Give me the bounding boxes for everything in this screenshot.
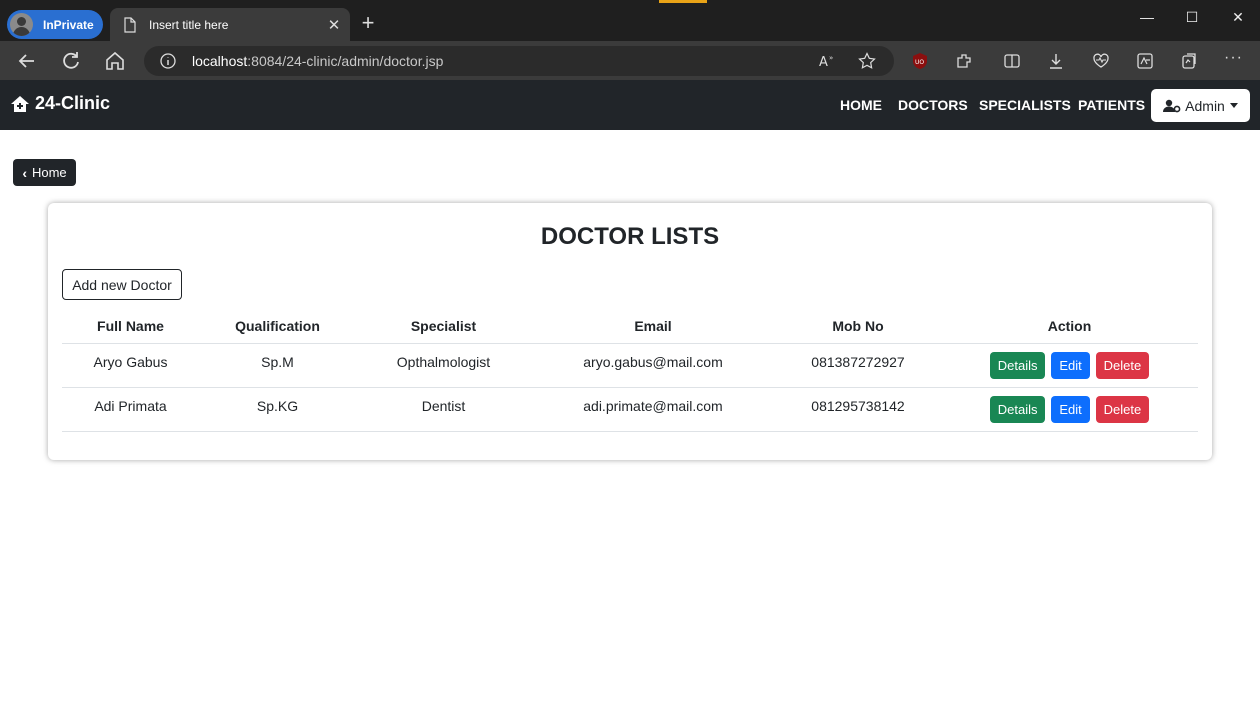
brand-name: 24-Clinic (35, 93, 111, 113)
cell-specialist: Opthalmologist (356, 343, 531, 388)
tab-accent-strip (659, 0, 707, 3)
window-close-icon[interactable]: ✕ (1218, 9, 1258, 33)
browser-essentials-icon[interactable] (1092, 52, 1110, 70)
cell-email: adi.primate@mail.com (531, 387, 775, 432)
downloads-icon[interactable] (1047, 52, 1065, 70)
cell-mob-no: 081295738142 (775, 387, 941, 432)
address-bar[interactable]: localhost:8084/24-clinic/admin/doctor.js… (144, 46, 894, 76)
doctor-list-card: DOCTOR LISTS Add new Doctor Full Name Qu… (48, 203, 1212, 460)
nav-patients[interactable]: PATIENTS (1078, 97, 1145, 113)
delete-button[interactable]: Delete (1095, 351, 1150, 379)
site-navbar: 24-Clinic HOME DOCTORS SPECIALISTS PATIE… (0, 80, 1260, 130)
header-qualification: Qualification (199, 310, 356, 344)
url-path: :8084/24-clinic/admin/doctor.jsp (247, 53, 444, 69)
back-icon[interactable] (15, 49, 39, 73)
nav-specialists[interactable]: SPECIALISTS (979, 97, 1071, 113)
table-header-row: Full Name Qualification Specialist Email… (62, 310, 1198, 344)
add-doctor-button[interactable]: Add new Doctor (62, 269, 182, 300)
profile-avatar-icon (10, 13, 33, 36)
admin-label: Admin (1185, 97, 1225, 114)
url-text[interactable]: localhost:8084/24-clinic/admin/doctor.js… (192, 53, 443, 69)
table-row: Adi Primata Sp.KG Dentist adi.primate@ma… (62, 387, 1198, 432)
brand-link[interactable]: 24-Clinic (10, 93, 110, 114)
maximize-icon[interactable]: ☐ (1172, 9, 1212, 33)
cell-email: aryo.gabus@mail.com (531, 343, 775, 388)
header-email: Email (531, 310, 775, 344)
refresh-icon[interactable] (59, 49, 83, 73)
edit-button[interactable]: Edit (1051, 351, 1090, 379)
nav-home[interactable]: HOME (840, 97, 882, 113)
svg-text:»: » (829, 54, 833, 62)
cell-full-name: Adi Primata (62, 387, 199, 432)
user-gear-icon (1163, 99, 1181, 112)
cell-actions: Details Edit Delete (941, 343, 1198, 388)
doctor-table: Full Name Qualification Specialist Email… (62, 310, 1198, 432)
split-screen-icon[interactable] (1003, 52, 1021, 70)
math-solver-icon[interactable] (1136, 52, 1154, 70)
cell-qualification: Sp.KG (199, 387, 356, 432)
browser-toolbar: localhost:8084/24-clinic/admin/doctor.js… (0, 41, 1260, 80)
document-icon (124, 16, 136, 33)
page-title: DOCTOR LISTS (540, 223, 720, 250)
inprivate-badge[interactable]: InPrivate (7, 10, 103, 39)
header-full-name: Full Name (62, 310, 199, 344)
url-host: localhost (192, 53, 248, 69)
extensions-icon[interactable] (955, 52, 973, 70)
hospital-home-icon (11, 95, 29, 112)
admin-dropdown-button[interactable]: Admin (1151, 89, 1250, 122)
cell-actions: Details Edit Delete (941, 387, 1198, 432)
tab-title: Insert title here (149, 17, 229, 32)
browser-tab-bar: InPrivate Insert title here ✕ + — ☐ ✕ (0, 0, 1260, 41)
edit-button[interactable]: Edit (1051, 395, 1090, 423)
read-aloud-icon[interactable]: A» (818, 52, 836, 70)
header-specialist: Specialist (356, 310, 531, 344)
table-row: Aryo Gabus Sp.M Opthalmologist aryo.gabu… (62, 343, 1198, 388)
new-tab-icon[interactable]: + (356, 11, 380, 35)
header-mob-no: Mob No (775, 310, 941, 344)
tab-close-icon[interactable]: ✕ (322, 16, 346, 34)
collections-icon[interactable] (1180, 52, 1198, 70)
details-button[interactable]: Details (989, 351, 1046, 379)
home-button-label: Home (31, 165, 67, 180)
header-action: Action (941, 310, 1198, 344)
more-options-icon[interactable]: ··· (1224, 49, 1242, 67)
info-icon[interactable] (160, 53, 176, 69)
ublock-icon[interactable]: UO (911, 52, 929, 70)
cell-specialist: Dentist (356, 387, 531, 432)
home-icon[interactable] (103, 49, 127, 73)
favorite-star-icon[interactable] (858, 52, 876, 70)
cell-qualification: Sp.M (199, 343, 356, 388)
caret-down-icon (1229, 103, 1238, 108)
inprivate-label: InPrivate (43, 17, 94, 32)
nav-doctors[interactable]: DOCTORS (898, 97, 968, 113)
svg-text:A: A (819, 55, 828, 70)
chevron-left-icon: ‹ (22, 164, 27, 181)
details-button[interactable]: Details (989, 395, 1046, 423)
back-home-button[interactable]: ‹ Home (13, 159, 76, 186)
cell-mob-no: 081387272927 (775, 343, 941, 388)
minimize-icon[interactable]: — (1127, 9, 1167, 33)
browser-tab[interactable]: Insert title here ✕ (110, 8, 350, 41)
svg-text:UO: UO (915, 59, 924, 66)
delete-button[interactable]: Delete (1095, 395, 1150, 423)
cell-full-name: Aryo Gabus (62, 343, 199, 388)
